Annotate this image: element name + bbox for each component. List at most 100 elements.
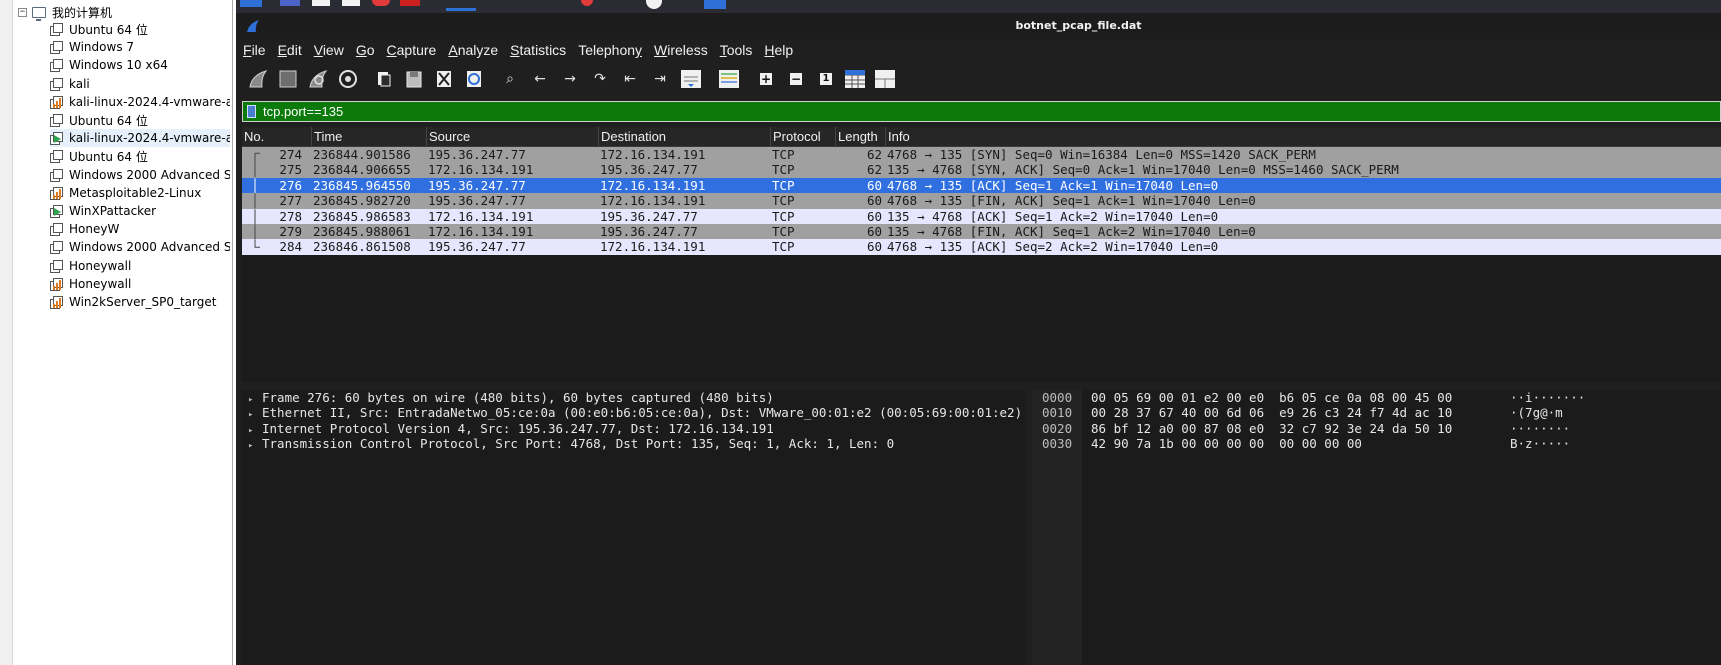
menu-analyze[interactable]: Analyze <box>441 40 503 61</box>
restart-capture-icon[interactable] <box>308 69 328 89</box>
taskbar-app-icon[interactable] <box>280 0 300 6</box>
menu-capture[interactable]: Capture <box>380 40 442 61</box>
taskbar-app-icon[interactable] <box>446 8 476 11</box>
stop-capture-icon[interactable] <box>278 69 298 89</box>
packet-row[interactable]: 277 236845.982720 195.36.247.77 172.16.134.… <box>242 193 1721 209</box>
tree-root-my-computer[interactable]: − 我的计算机 <box>18 3 112 21</box>
vm-icon <box>50 295 63 309</box>
vm-icon <box>50 168 63 182</box>
sidebar-vm-item[interactable]: Honeywall <box>50 256 230 274</box>
save-file-icon[interactable] <box>404 69 424 89</box>
byte-ascii[interactable]: ·(7g@·m <box>1510 405 1710 420</box>
taskbar-app-icon[interactable] <box>372 0 390 6</box>
go-forward-icon[interactable]: → <box>560 69 580 89</box>
zoom-out-icon[interactable]: − <box>786 69 806 89</box>
sidebar-vm-item[interactable]: WinXPattacker <box>50 202 230 220</box>
packet-destination-cell: 195.36.247.77 <box>600 224 698 239</box>
menu-wireless[interactable]: Wireless <box>647 40 713 61</box>
taskbar-app-icon[interactable] <box>312 0 330 6</box>
menu-go[interactable]: Go <box>349 40 380 61</box>
packet-row[interactable]: 279 236845.988061 172.16.134.191 195.36.247… <box>242 224 1721 240</box>
menu-edit[interactable]: Edit <box>271 40 307 61</box>
column-header-length[interactable]: Length <box>836 127 886 146</box>
start-capture-icon[interactable] <box>248 69 268 89</box>
column-header-destination[interactable]: Destination <box>599 127 771 146</box>
last-packet-icon[interactable]: ⇥ <box>650 69 670 89</box>
column-header-no[interactable]: No. <box>242 127 312 146</box>
byte-hex[interactable]: 00 05 69 00 01 e2 00 e0 b6 05 ce 0a 08 0… <box>1091 390 1452 405</box>
filter-bookmark-icon[interactable] <box>247 105 256 118</box>
open-file-icon[interactable] <box>374 69 394 89</box>
packet-row[interactable]: 284 236846.861508 195.36.247.77 172.16.134.… <box>242 239 1721 255</box>
capture-options-icon[interactable] <box>338 69 358 89</box>
byte-hex[interactable]: 42 90 7a 1b 00 00 00 00 00 00 00 00 <box>1091 436 1362 451</box>
colorize-icon[interactable] <box>718 69 740 89</box>
menu-view[interactable]: View <box>307 40 349 61</box>
sidebar-vm-item[interactable]: Win2kServer_SP0_target <box>50 293 230 311</box>
taskbar-app-icon[interactable] <box>400 0 420 6</box>
menu-label-part: dit <box>286 42 302 58</box>
first-packet-icon[interactable]: ⇤ <box>620 69 640 89</box>
taskbar-app-icon[interactable] <box>646 0 662 9</box>
normal-size-icon[interactable]: 1 <box>816 69 836 89</box>
packet-source-cell: 172.16.134.191 <box>428 208 534 224</box>
taskbar-app-icon[interactable] <box>240 0 262 7</box>
sidebar-vm-item[interactable]: Ubuntu 64 位 <box>50 20 230 38</box>
detail-tree-item[interactable]: ▸ Internet Protocol Version 4, Src: 195.3… <box>242 421 1025 436</box>
sidebar-vm-item[interactable]: Honeywall <box>50 275 230 293</box>
menu-label-part: ireless <box>667 42 708 58</box>
byte-hex[interactable]: 00 28 37 67 40 00 6d 06 e9 26 c3 24 f7 4… <box>1091 405 1452 420</box>
sidebar-vm-item[interactable]: Windows 10 x64 <box>50 56 230 74</box>
menu-tools[interactable]: Tools <box>713 40 758 61</box>
vm-icon <box>50 277 63 291</box>
display-filter-input[interactable] <box>263 102 1703 121</box>
byte-ascii[interactable]: B·z····· <box>1510 436 1710 451</box>
sidebar-vm-item[interactable]: Windows 7 <box>50 38 230 56</box>
find-packet-icon[interactable]: ⌕ <box>500 69 520 89</box>
column-header-info[interactable]: Info <box>886 127 1721 146</box>
expand-arrow-icon[interactable]: ▸ <box>248 439 262 454</box>
close-file-icon[interactable] <box>434 69 454 89</box>
packet-row[interactable]: 276 236845.964550 195.36.247.77 172.16.134.… <box>242 177 1721 194</box>
taskbar-app-icon[interactable] <box>581 0 593 6</box>
layout-icon[interactable] <box>874 69 896 89</box>
taskbar-app-icon[interactable] <box>704 0 726 9</box>
go-back-icon[interactable]: ← <box>530 69 550 89</box>
vm-icon <box>50 223 63 237</box>
autoscroll-icon[interactable] <box>680 69 702 89</box>
byte-hex[interactable]: 86 bf 12 a0 00 87 08 e0 32 c7 92 3e 24 d… <box>1091 421 1452 436</box>
sidebar-vm-item[interactable]: Metasploitable2-Linux <box>50 184 230 202</box>
sidebar-vm-item[interactable]: Windows 2000 Advanced Serv <box>50 238 230 256</box>
menu-telephony[interactable]: Telephony <box>571 40 647 61</box>
detail-tree-item[interactable]: ▸ Ethernet II, Src: EntradaNetwo_05:ce:0a… <box>242 405 1025 420</box>
sidebar-vm-item[interactable]: HoneyW <box>50 220 230 238</box>
detail-tree-item[interactable]: ▸ Frame 276: 60 bytes on wire (480 bits),… <box>242 390 1025 405</box>
byte-ascii[interactable]: ··i······· <box>1510 390 1710 405</box>
byte-ascii[interactable]: ········ <box>1510 421 1710 436</box>
sidebar-vm-item[interactable]: Windows 2000 Advanced Serv <box>50 166 230 184</box>
packet-row[interactable]: 274 236844.901586 195.36.247.77 172.16.134.… <box>242 147 1721 163</box>
packet-row[interactable]: 278 236845.986583 172.16.134.191 195.36.247… <box>242 208 1721 224</box>
go-to-packet-icon[interactable]: ↷ <box>590 69 610 89</box>
sidebar-vm-item[interactable]: Ubuntu 64 位 <box>50 147 230 165</box>
menu-statistics[interactable]: Statistics <box>503 40 571 61</box>
menu-file[interactable]: File <box>236 40 271 61</box>
packet-row[interactable]: 275 236844.906655 172.16.134.191 195.36.247… <box>242 162 1721 178</box>
detail-tree-item[interactable]: ▸ Transmission Control Protocol, Src Port… <box>242 436 1025 451</box>
sidebar-vm-item[interactable]: kali-linux-2024.4-vmware-amd <box>50 129 230 148</box>
resize-columns-icon[interactable] <box>844 69 866 89</box>
column-header-time[interactable]: Time <box>312 127 427 146</box>
sidebar-vm-item[interactable]: Ubuntu 64 位 <box>50 111 230 129</box>
conversation-bracket-icon <box>254 152 260 163</box>
taskbar-app-icon[interactable] <box>342 0 360 6</box>
column-header-protocol[interactable]: Protocol <box>771 127 836 146</box>
collapse-toggle-icon[interactable]: − <box>18 7 27 17</box>
menu-help[interactable]: Help <box>757 40 798 61</box>
menu-accelerator: T <box>719 42 727 58</box>
zoom-in-icon[interactable]: + <box>756 69 776 89</box>
vm-icon <box>50 132 63 146</box>
reload-file-icon[interactable] <box>464 69 484 89</box>
sidebar-vm-item[interactable]: kali-linux-2024.4-vmware-amd <box>50 93 230 111</box>
sidebar-vm-item[interactable]: kali <box>50 75 230 93</box>
column-header-source[interactable]: Source <box>427 127 599 146</box>
